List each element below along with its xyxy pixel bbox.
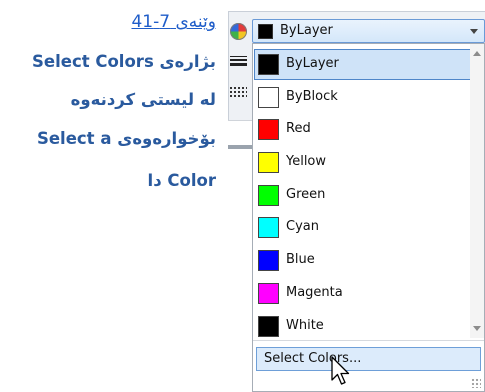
color-item-white[interactable]: White	[253, 310, 472, 343]
color-swatch	[258, 152, 279, 174]
chevron-down-icon[interactable]	[470, 29, 478, 34]
color-swatch	[258, 315, 279, 337]
color-item-yellow[interactable]: Yellow	[253, 146, 472, 179]
color-item-label: Green	[286, 186, 326, 202]
color-swatch	[258, 217, 279, 239]
color-swatch	[258, 282, 279, 304]
color-combo-box[interactable]: ByLayer	[252, 19, 485, 43]
color-item-label: ByLayer	[286, 56, 339, 71]
color-item-magenta[interactable]: Magenta	[253, 277, 472, 310]
color-item-cyan[interactable]: Cyan	[253, 211, 472, 244]
linetype-icon[interactable]	[230, 87, 247, 101]
color-item-blue[interactable]: Blue	[253, 244, 472, 277]
color-item-label: White	[286, 317, 324, 333]
color-swatch	[258, 184, 279, 206]
caption-line-2: لە لیستی کردنەوە	[70, 90, 216, 109]
figure-label: وێنەی 7-41	[131, 12, 216, 32]
lineweight-icon[interactable]	[230, 56, 247, 70]
color-swatch	[258, 250, 279, 272]
color-swatch	[258, 86, 279, 108]
color-item-red[interactable]: Red	[253, 113, 472, 146]
combo-color-swatch	[258, 24, 273, 39]
combo-selected-label: ByLayer	[280, 23, 333, 38]
color-item-label: Yellow	[286, 154, 327, 170]
dropdown-separator	[253, 340, 484, 341]
color-dropdown-list: ByLayer ByBlock Red Yellow Green Cyan Bl…	[252, 43, 485, 392]
color-item-green[interactable]: Green	[253, 179, 472, 212]
color-item-label: Red	[286, 121, 311, 137]
color-item-label: Cyan	[286, 219, 319, 235]
scroll-down-arrow-icon[interactable]	[473, 326, 481, 331]
color-swatch	[258, 54, 279, 75]
color-item-label: Magenta	[286, 284, 343, 300]
scroll-up-arrow-icon[interactable]	[473, 51, 481, 56]
color-item-byblock[interactable]: ByBlock	[253, 81, 472, 114]
color-item-bylayer[interactable]: ByLayer	[253, 48, 472, 81]
select-colors-button[interactable]: Select Colors...	[256, 347, 481, 371]
panel-divider	[228, 145, 252, 149]
caption-line-3: بۆخوارەوەی Select a	[36, 129, 216, 148]
mouse-pointer-icon	[331, 356, 350, 385]
color-list: ByLayer ByBlock Red Yellow Green Cyan Bl…	[253, 48, 472, 342]
color-swatch	[258, 119, 279, 141]
color-item-label: ByBlock	[286, 88, 338, 104]
resize-grip-icon[interactable]	[471, 378, 481, 388]
caption-line-1: بژارەی Select Colors	[32, 52, 216, 71]
color-item-label: Blue	[286, 252, 315, 268]
figure-caption: وێنەی 7-41 بژارەی Select Colors لە لیستی…	[0, 0, 222, 230]
dropdown-scrollbar[interactable]	[470, 44, 484, 338]
caption-line-4: Color دا	[147, 171, 216, 190]
panel-lower-area	[228, 120, 252, 146]
color-wheel-icon[interactable]	[230, 23, 247, 40]
